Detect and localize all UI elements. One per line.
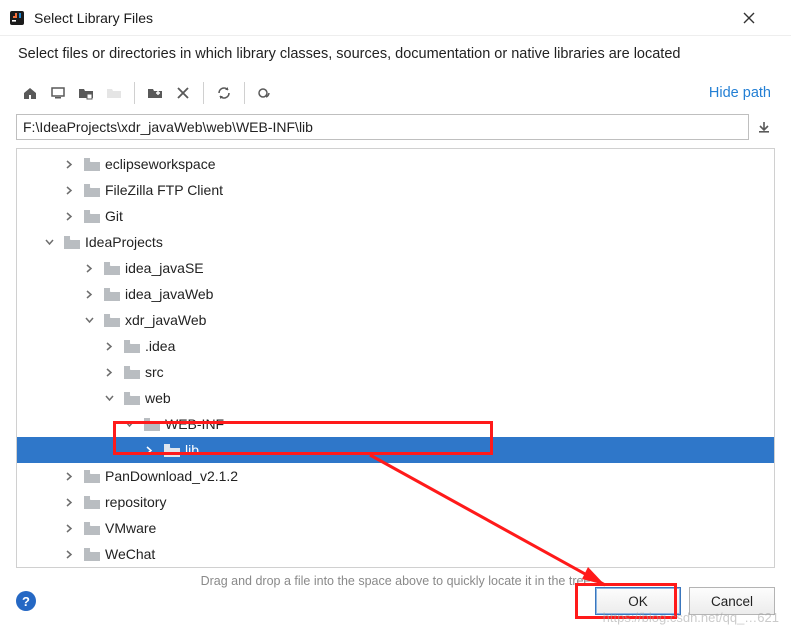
tree-node-web-inf[interactable]: WEB-INF	[17, 411, 774, 437]
tree-node-label: repository	[105, 494, 166, 510]
folder-icon	[123, 390, 141, 406]
path-row	[0, 110, 791, 146]
tree-node-label: PanDownload_v2.1.2	[105, 468, 238, 484]
chevron-right-icon[interactable]	[65, 212, 81, 221]
folder-icon	[83, 156, 101, 172]
tree-node-filezilla-ftp-client[interactable]: FileZilla FTP Client	[17, 177, 774, 203]
desktop-button[interactable]	[44, 79, 72, 107]
chevron-right-icon[interactable]	[145, 446, 161, 455]
chevron-right-icon[interactable]	[65, 472, 81, 481]
tree-node-label: eclipseworkspace	[105, 156, 216, 172]
tree-node-xdr-javaweb[interactable]: xdr_javaWeb	[17, 307, 774, 333]
tree-node-label: Git	[105, 208, 123, 224]
tree-node-label: WEB-INF	[165, 416, 224, 432]
tree-node-eclipseworkspace[interactable]: eclipseworkspace	[17, 151, 774, 177]
tree-node-label: IdeaProjects	[85, 234, 163, 250]
dialog-description: Select files or directories in which lib…	[0, 36, 791, 76]
chevron-right-icon[interactable]	[65, 186, 81, 195]
separator	[203, 82, 204, 104]
hide-path-link[interactable]: Hide path	[709, 85, 775, 101]
tree-node-label: .idea	[145, 338, 175, 354]
folder-icon	[83, 468, 101, 484]
folder-icon	[143, 416, 161, 432]
chevron-down-icon[interactable]	[105, 394, 121, 403]
folder-icon	[83, 494, 101, 510]
dialog-footer: ? OK Cancel	[0, 579, 791, 623]
chevron-down-icon[interactable]	[85, 316, 101, 325]
tree-node-web[interactable]: web	[17, 385, 774, 411]
home-button[interactable]	[16, 79, 44, 107]
folder-icon	[103, 260, 121, 276]
new-folder-button[interactable]	[141, 79, 169, 107]
chevron-down-icon[interactable]	[125, 420, 141, 429]
close-button[interactable]	[743, 12, 783, 24]
refresh-button[interactable]	[210, 79, 238, 107]
toolbar: Hide path	[0, 76, 791, 110]
window-title: Select Library Files	[34, 10, 743, 26]
chevron-right-icon[interactable]	[65, 160, 81, 169]
folder-icon	[123, 338, 141, 354]
help-button[interactable]: ?	[16, 591, 36, 611]
show-hidden-button[interactable]	[251, 79, 279, 107]
tree-node-idea-javase[interactable]: idea_javaSE	[17, 255, 774, 281]
tree-node--idea[interactable]: .idea	[17, 333, 774, 359]
chevron-right-icon[interactable]	[85, 290, 101, 299]
folder-icon	[83, 520, 101, 536]
folder-icon	[163, 442, 181, 458]
titlebar: Select Library Files	[0, 0, 791, 36]
folder-icon	[83, 546, 101, 562]
path-input[interactable]	[16, 114, 749, 140]
tree-node-repository[interactable]: repository	[17, 489, 774, 515]
tree-node-label: FileZilla FTP Client	[105, 182, 223, 198]
folder-icon	[63, 234, 81, 250]
tree-node-src[interactable]: src	[17, 359, 774, 385]
tree-node-label: idea_javaSE	[125, 260, 204, 276]
app-icon	[8, 9, 26, 27]
delete-button[interactable]	[169, 79, 197, 107]
tree-node-label: web	[145, 390, 171, 406]
tree-node-vmware[interactable]: VMware	[17, 515, 774, 541]
ok-button[interactable]: OK	[595, 587, 681, 615]
tree-node-label: idea_javaWeb	[125, 286, 213, 302]
chevron-right-icon[interactable]	[105, 342, 121, 351]
chevron-right-icon[interactable]	[65, 550, 81, 559]
tree-node-label: lib	[185, 442, 199, 458]
project-button[interactable]	[72, 79, 100, 107]
folder-icon	[83, 208, 101, 224]
chevron-right-icon[interactable]	[65, 524, 81, 533]
tree-node-lib[interactable]: lib	[17, 437, 774, 463]
tree-node-label: xdr_javaWeb	[125, 312, 206, 328]
tree-node-wechat[interactable]: WeChat	[17, 541, 774, 567]
chevron-right-icon[interactable]	[85, 264, 101, 273]
folder-icon	[103, 286, 121, 302]
tree-node-label: VMware	[105, 520, 156, 536]
separator	[244, 82, 245, 104]
tree-node-idea-javaweb[interactable]: idea_javaWeb	[17, 281, 774, 307]
chevron-right-icon[interactable]	[65, 498, 81, 507]
folder-icon	[103, 312, 121, 328]
tree-node-label: src	[145, 364, 164, 380]
history-dropdown-icon[interactable]	[753, 116, 775, 138]
separator	[134, 82, 135, 104]
tree-node-git[interactable]: Git	[17, 203, 774, 229]
chevron-right-icon[interactable]	[105, 368, 121, 377]
tree-node-ideaprojects[interactable]: IdeaProjects	[17, 229, 774, 255]
folder-icon	[83, 182, 101, 198]
module-button	[100, 79, 128, 107]
folder-icon	[123, 364, 141, 380]
tree-node-pandownload-v2-1-2[interactable]: PanDownload_v2.1.2	[17, 463, 774, 489]
file-tree[interactable]: eclipseworkspace FileZilla FTP Client Git I…	[16, 148, 775, 568]
chevron-down-icon[interactable]	[45, 238, 61, 247]
tree-node-label: WeChat	[105, 546, 155, 562]
cancel-button[interactable]: Cancel	[689, 587, 775, 615]
